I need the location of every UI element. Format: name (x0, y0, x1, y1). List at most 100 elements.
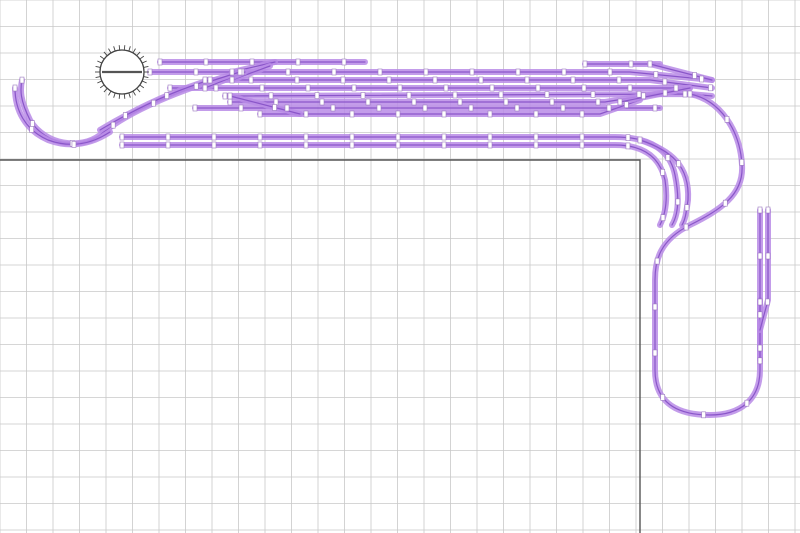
track-joiner (684, 204, 690, 211)
track-joiner (165, 133, 171, 141)
track-joiner (744, 399, 750, 407)
track-joiner (757, 252, 763, 260)
track-joiner (211, 141, 217, 149)
track-joiner (662, 89, 668, 97)
turntable-road-stub (143, 76, 149, 79)
turntable-road-stub (136, 88, 141, 93)
turntable-road-stub (95, 65, 101, 68)
turntable-road-stub (118, 93, 121, 99)
track-joiner (365, 98, 371, 106)
track-joiner (202, 84, 208, 92)
track-section[interactable] (119, 142, 670, 228)
track-joiner (625, 134, 631, 141)
track-joiner (590, 91, 596, 98)
track-joiner (12, 84, 18, 92)
track-joiner (561, 68, 567, 76)
track-joiner (662, 78, 668, 86)
track-joiner (533, 133, 539, 141)
track-joiner (673, 84, 679, 92)
track-joiner (285, 68, 291, 76)
track-joiner (229, 68, 235, 76)
track-joiner (238, 104, 244, 112)
track-joiner (627, 84, 633, 92)
track-joiner (647, 60, 653, 68)
turntable-road-stub (139, 55, 145, 60)
turntable-road-stub (99, 84, 105, 89)
track-joiner (123, 112, 128, 119)
track-joiner (294, 76, 300, 84)
track-joiner (268, 92, 274, 100)
track-bed (652, 91, 763, 419)
turntable-road-stub (108, 90, 112, 96)
turntable-road-stub (113, 46, 116, 52)
track-joiner (757, 311, 763, 319)
track-joiner (489, 84, 495, 92)
track-joiner (422, 104, 428, 112)
track-joiner (360, 92, 366, 99)
track-joiner (757, 298, 763, 306)
track-joiner (397, 84, 403, 92)
track-joiner (682, 90, 688, 98)
track-joiner (660, 169, 666, 176)
track-joiner (692, 72, 697, 79)
track-joiner (579, 133, 585, 141)
turntable-road-stub (99, 55, 105, 60)
track-joiner (273, 98, 279, 106)
track-joiner (617, 98, 623, 106)
track-joiner (295, 58, 301, 66)
track-joiner (765, 298, 770, 306)
track-joiner (237, 68, 243, 76)
turntable-road-stub (139, 84, 145, 89)
track-joiner (151, 99, 156, 107)
track-bed (119, 142, 670, 228)
turntable-road-stub (128, 92, 131, 98)
track-joiner (330, 104, 336, 112)
track-joiner (757, 357, 763, 365)
track-joiner (582, 60, 588, 68)
track-joiner (757, 206, 763, 214)
track-joiner (468, 104, 474, 112)
track-rail (121, 144, 667, 226)
track-joiner (29, 126, 35, 133)
track-joiner (314, 92, 320, 99)
track-joiner (653, 71, 659, 78)
track-joiner (549, 98, 555, 106)
track-joiner (395, 133, 401, 141)
track-joiner (443, 84, 449, 92)
track-joiner (637, 136, 643, 144)
turntable-road-stub (123, 93, 126, 99)
track-joiner (193, 68, 199, 76)
track-joiner (377, 68, 383, 76)
track-joiner (724, 116, 730, 123)
track-joiner (487, 110, 493, 118)
track-joiner (203, 58, 209, 66)
track-joiner (457, 98, 463, 106)
track-joiner (349, 110, 355, 118)
track-joiner (675, 198, 681, 206)
track-joiner (303, 141, 309, 149)
track-joiner (193, 82, 199, 90)
track-joiner (319, 98, 325, 106)
track-joiner (331, 68, 337, 76)
track-joiner (222, 92, 228, 100)
track-joiner (660, 214, 666, 221)
track-joiner (676, 160, 681, 168)
track-joiner (616, 76, 622, 84)
track-joiner (432, 76, 438, 84)
track-joiner (303, 110, 309, 118)
track-joiner (683, 223, 689, 231)
track-section[interactable] (652, 91, 763, 419)
track-joiner (119, 141, 125, 149)
track-joiner (441, 141, 447, 149)
track-joiner (257, 133, 263, 141)
track-joiner (19, 76, 25, 84)
track-joiner (560, 104, 566, 112)
track-joiner (441, 133, 447, 141)
track-joiner (202, 76, 208, 84)
track-joiner (211, 133, 217, 141)
track-joiner (722, 199, 728, 207)
track-joiner (708, 84, 713, 92)
track-joiner (765, 252, 771, 260)
track-joiner (249, 58, 255, 66)
track-joiner (624, 101, 629, 109)
